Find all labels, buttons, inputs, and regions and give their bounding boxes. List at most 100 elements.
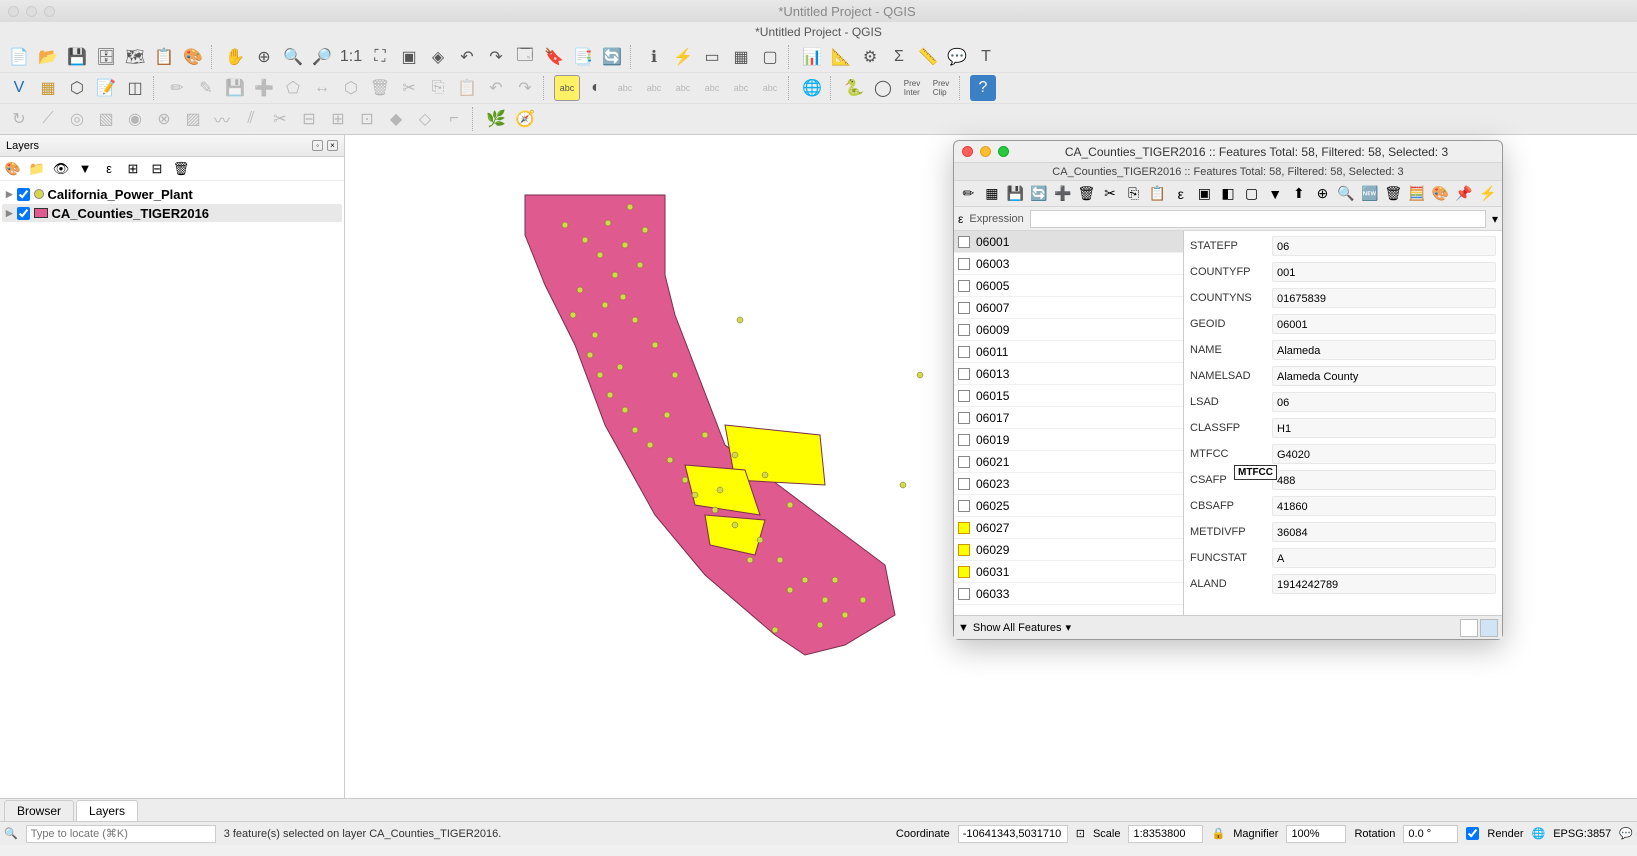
save-layer-icon[interactable]: 💾: [222, 75, 248, 101]
add-polygon-icon[interactable]: ⬠: [280, 75, 306, 101]
collapse-all-icon[interactable]: ⊟: [148, 160, 166, 178]
feature-row[interactable]: 06007: [954, 297, 1183, 319]
field-value[interactable]: 488: [1272, 470, 1496, 490]
feature-checkbox[interactable]: [958, 522, 970, 534]
feature-row[interactable]: 06003: [954, 253, 1183, 275]
feature-row[interactable]: 06005: [954, 275, 1183, 297]
mac-close[interactable]: [8, 6, 19, 17]
save-as-icon[interactable]: 🗄: [93, 44, 119, 70]
label-pin-icon[interactable]: abc: [641, 75, 667, 101]
feature-checkbox[interactable]: [958, 544, 970, 556]
render-checkbox[interactable]: [1466, 827, 1479, 840]
field-value[interactable]: 06: [1272, 236, 1496, 256]
zoom-out-icon[interactable]: 🔎: [309, 44, 335, 70]
feature-row[interactable]: 06027: [954, 517, 1183, 539]
deselect-icon[interactable]: ▢: [757, 44, 783, 70]
label-highlight-icon[interactable]: abc: [612, 75, 638, 101]
attr-select-expr-icon[interactable]: ε: [1170, 183, 1191, 205]
attr-field-calc-icon[interactable]: 🧮: [1407, 183, 1428, 205]
select-features-icon[interactable]: ▭: [699, 44, 725, 70]
layer-visibility-checkbox[interactable]: [17, 207, 30, 220]
feature-row[interactable]: 06015: [954, 385, 1183, 407]
bookmarks-icon[interactable]: 📑: [570, 44, 596, 70]
attr-actions-icon[interactable]: ⚡: [1477, 183, 1498, 205]
vector-layer-icon[interactable]: V: [6, 75, 32, 101]
field-value[interactable]: G4020: [1272, 444, 1496, 464]
feature-row[interactable]: 06031: [954, 561, 1183, 583]
field-value[interactable]: 06: [1272, 392, 1496, 412]
dig-add-part-icon[interactable]: ▧: [93, 106, 119, 132]
attr-reload-icon[interactable]: 🔄: [1029, 183, 1050, 205]
filter-legend-icon[interactable]: ▼: [76, 160, 94, 178]
dig-offset-icon[interactable]: ⫽: [238, 106, 264, 132]
zoom-full-icon[interactable]: ⛶: [367, 44, 393, 70]
paste-icon[interactable]: 📋: [454, 75, 480, 101]
prev-inter-icon[interactable]: PrevInter: [899, 75, 925, 101]
feature-checkbox[interactable]: [958, 258, 970, 270]
attr-paste-icon[interactable]: 📋: [1147, 183, 1168, 205]
label-icon[interactable]: abc: [554, 75, 580, 101]
feature-row[interactable]: 06023: [954, 473, 1183, 495]
feature-checkbox[interactable]: [958, 500, 970, 512]
attr-close[interactable]: [962, 146, 973, 157]
feature-checkbox[interactable]: [958, 478, 970, 490]
expand-all-icon[interactable]: ⊞: [124, 160, 142, 178]
extents-icon[interactable]: ⊡: [1076, 827, 1085, 840]
dig-delete-part-icon[interactable]: ▨: [180, 106, 206, 132]
locate-input[interactable]: [26, 825, 216, 843]
delimited-text-icon[interactable]: 📝: [93, 75, 119, 101]
attr-zoom-to-icon[interactable]: 🔍: [1336, 183, 1357, 205]
label-rotate-icon[interactable]: abc: [728, 75, 754, 101]
new-map-view-icon[interactable]: 🗔: [512, 44, 538, 70]
attr-copy-icon[interactable]: ⎘: [1123, 183, 1144, 205]
attr-deselect-icon[interactable]: ▢: [1241, 183, 1262, 205]
field-value[interactable]: 01675839: [1272, 288, 1496, 308]
layer-visibility-checkbox[interactable]: [17, 188, 30, 201]
dig-delete-ring-icon[interactable]: ⊗: [151, 106, 177, 132]
stats-icon[interactable]: Σ: [886, 44, 912, 70]
field-value[interactable]: 41860: [1272, 496, 1496, 516]
vertex-tool-icon[interactable]: ⬡: [338, 75, 364, 101]
field-value[interactable]: A: [1272, 548, 1496, 568]
metasearch-icon[interactable]: 🌐: [799, 75, 825, 101]
attr-titlebar[interactable]: CA_Counties_TIGER2016 :: Features Total:…: [954, 141, 1502, 163]
layer-item[interactable]: ▸California_Power_Plant: [2, 185, 342, 203]
annotation-icon[interactable]: T: [973, 44, 999, 70]
attr-filter-sel-icon[interactable]: ▼: [1265, 183, 1286, 205]
dig-merge-attr-icon[interactable]: ⊡: [354, 106, 380, 132]
python-console-icon[interactable]: 🐍: [841, 75, 867, 101]
table-view-button[interactable]: [1460, 619, 1478, 637]
label-change-icon[interactable]: abc: [757, 75, 783, 101]
cut-icon[interactable]: ✂: [396, 75, 422, 101]
feature-checkbox[interactable]: [958, 566, 970, 578]
form-view-button[interactable]: [1480, 619, 1498, 637]
rotation-input[interactable]: [1403, 825, 1458, 843]
add-group-icon[interactable]: 📁: [28, 160, 46, 178]
field-value[interactable]: 36084: [1272, 522, 1496, 542]
feature-checkbox[interactable]: [958, 434, 970, 446]
zoom-layer-icon[interactable]: ◈: [425, 44, 451, 70]
scale-input[interactable]: [1128, 825, 1203, 843]
layer-style-icon[interactable]: 🎨: [4, 160, 22, 178]
open-project-icon[interactable]: 📂: [35, 44, 61, 70]
remove-layer-icon[interactable]: 🗑: [172, 160, 190, 178]
dig-split-parts-icon[interactable]: ⊟: [296, 106, 322, 132]
attr-new-field-icon[interactable]: 🆕: [1359, 183, 1380, 205]
attr-multiedit-icon[interactable]: ▦: [982, 183, 1003, 205]
zoom-in-icon[interactable]: 🔍: [280, 44, 306, 70]
feature-row[interactable]: 06021: [954, 451, 1183, 473]
undo-icon[interactable]: ↶: [483, 75, 509, 101]
layout-manager-icon[interactable]: 📋: [151, 44, 177, 70]
new-project-icon[interactable]: 📄: [6, 44, 32, 70]
attr-add-feature-icon[interactable]: ➕: [1052, 183, 1073, 205]
dig-offset-point-icon[interactable]: ◇: [412, 106, 438, 132]
add-feature-icon[interactable]: ➕: [251, 75, 277, 101]
expression-chevron-icon[interactable]: ▾: [1492, 212, 1498, 226]
help-icon[interactable]: ?: [970, 75, 996, 101]
feature-row[interactable]: 06001: [954, 231, 1183, 253]
field-value[interactable]: 1914242789: [1272, 574, 1496, 594]
attr-select-all-icon[interactable]: ▣: [1194, 183, 1215, 205]
mac-minimize[interactable]: [26, 6, 37, 17]
dig-simplify-icon[interactable]: ⟋: [35, 106, 61, 132]
attr-zoom[interactable]: [998, 146, 1009, 157]
